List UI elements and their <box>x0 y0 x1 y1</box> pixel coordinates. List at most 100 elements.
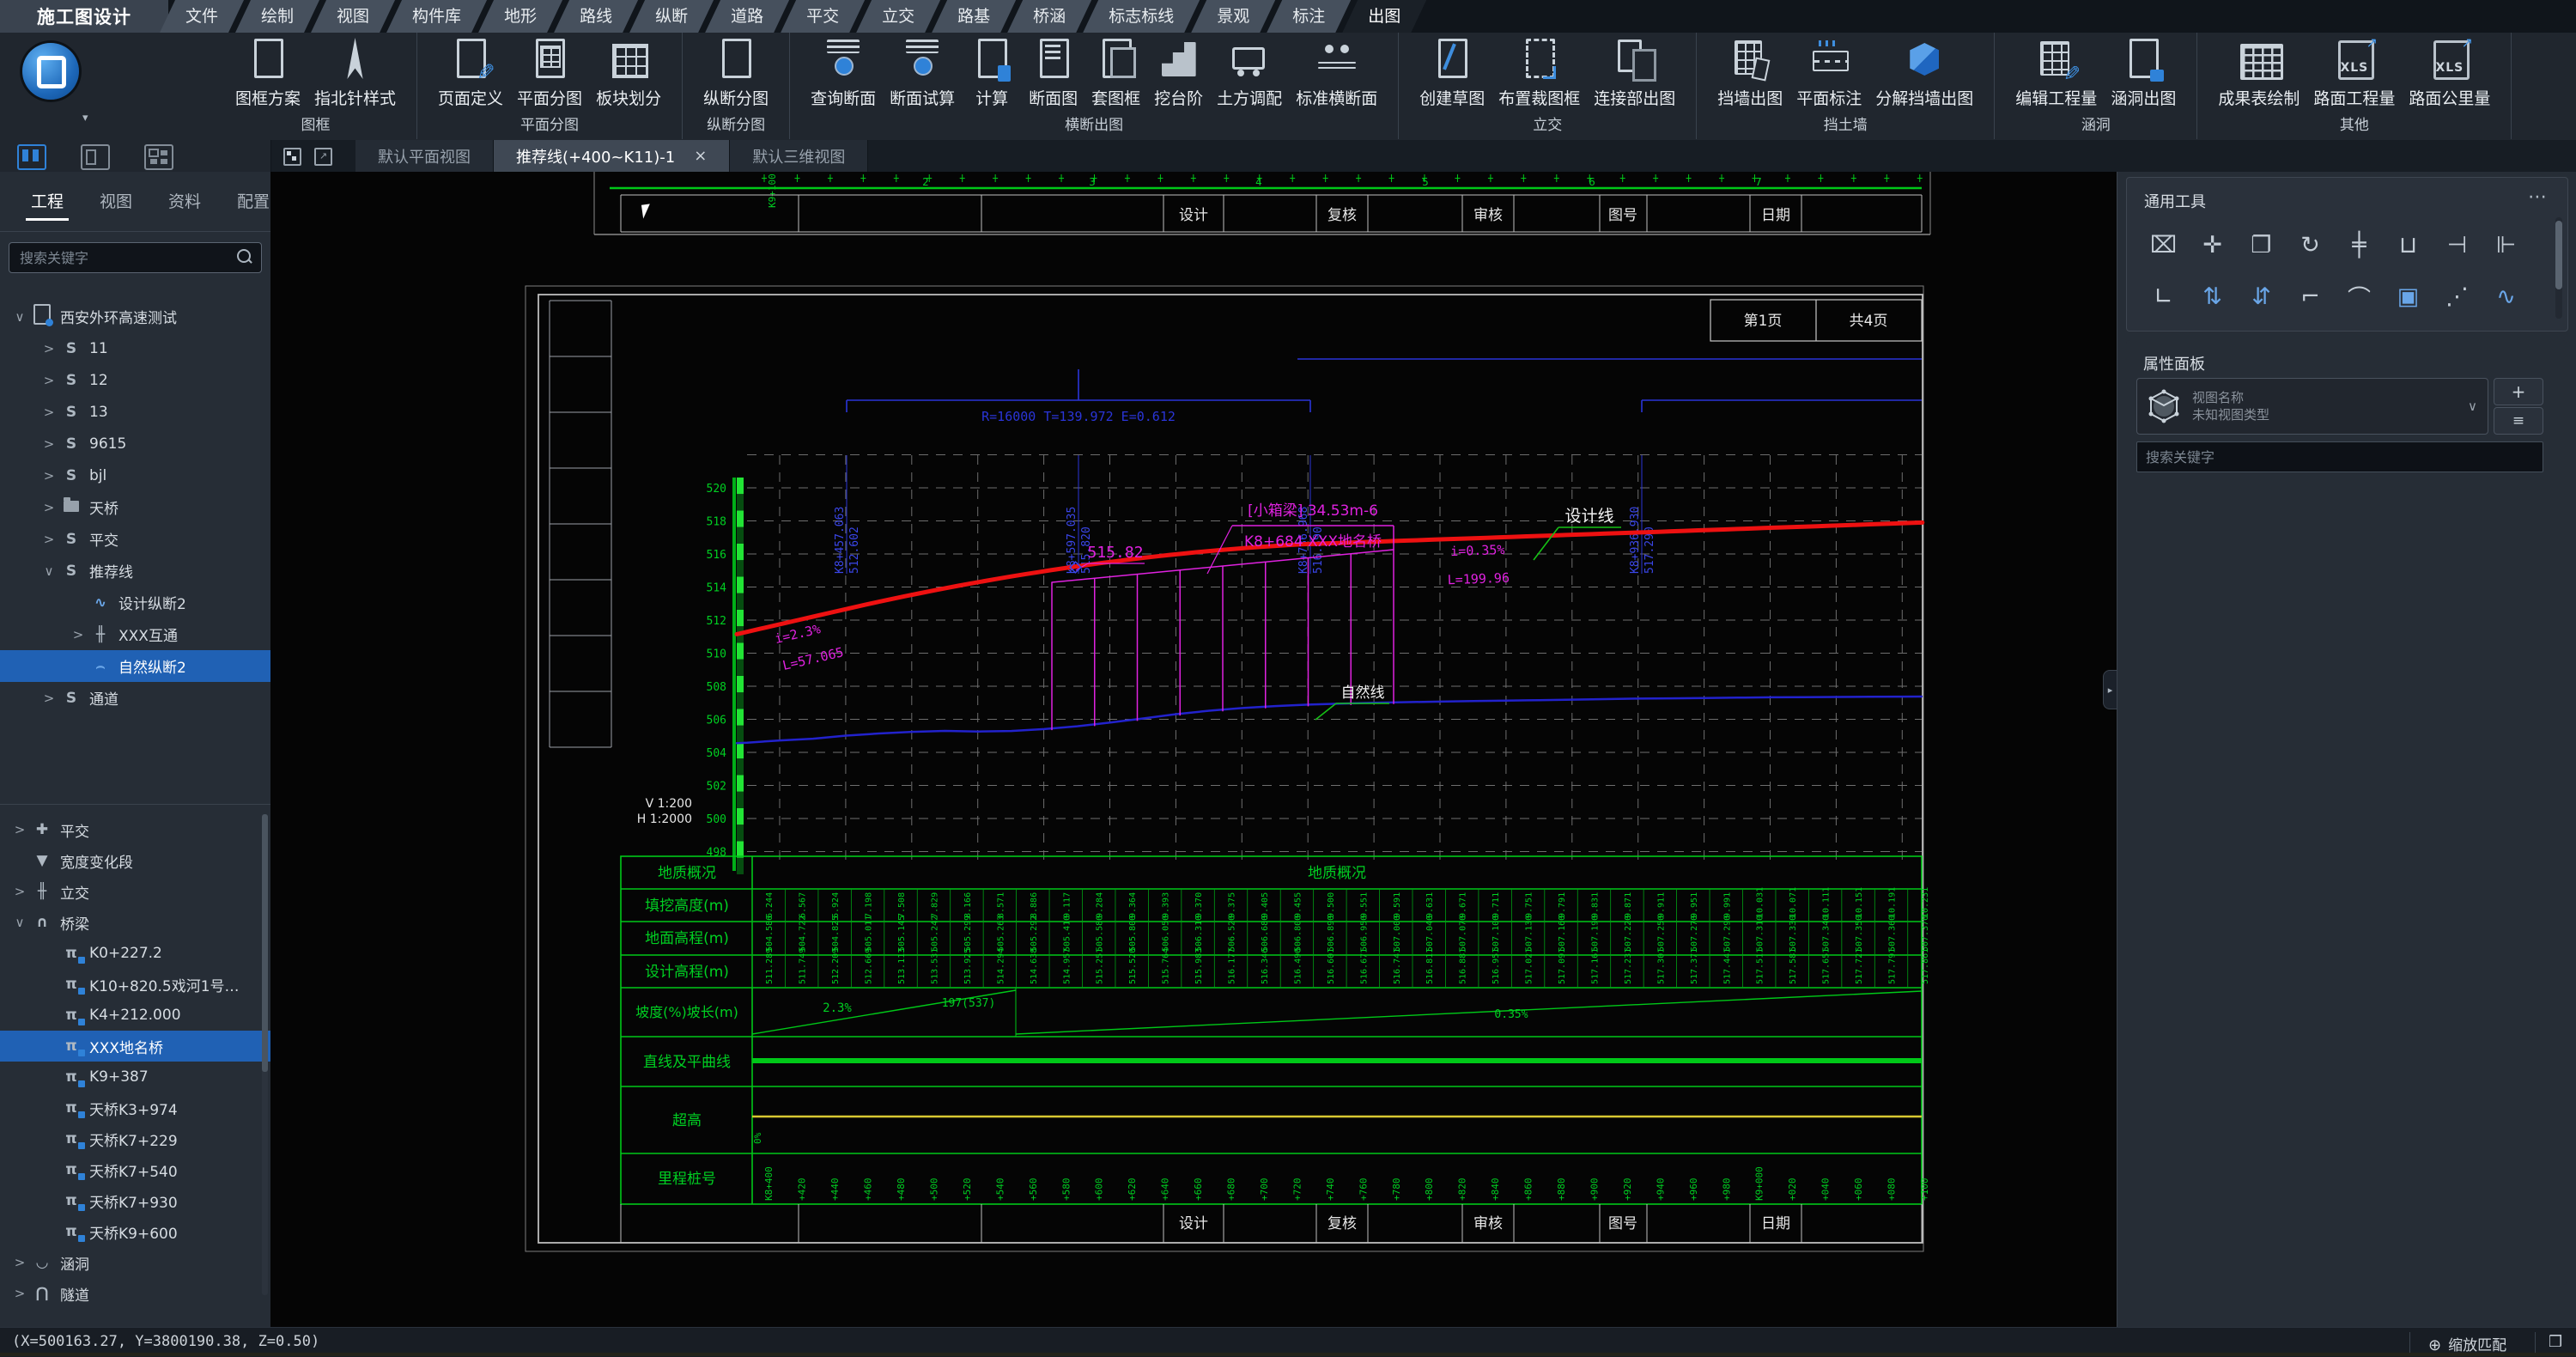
tree-item[interactable]: ▼宽度变化段 <box>0 845 279 876</box>
ribbon-button[interactable]: 纵断分图 <box>696 33 775 109</box>
align-distribute-tool-icon[interactable]: ⊩ <box>2482 219 2530 271</box>
ribbon-button[interactable]: 挡墙出图 <box>1710 33 1789 109</box>
menu-tab[interactable]: 绘制 <box>235 0 319 33</box>
ribbon-button[interactable]: ↗路面工程量 <box>2306 33 2402 109</box>
stretch-up-tool-icon[interactable]: ⇅ <box>2188 271 2237 322</box>
view-selector-dropdown[interactable]: 视图名称 未知视图类型 ∨ <box>2136 378 2488 435</box>
tree-item[interactable]: >Sbjl <box>0 459 308 491</box>
menu-tab[interactable]: 路基 <box>932 0 1016 33</box>
tree-caret-icon[interactable]: > <box>9 1286 31 1301</box>
close-icon[interactable]: × <box>694 147 707 165</box>
tree-item[interactable]: >S11 <box>0 332 308 364</box>
tree-caret-icon[interactable]: > <box>38 468 60 484</box>
ribbon-button[interactable]: 断面图 <box>1022 33 1084 109</box>
menu-tab[interactable]: 标志标线 <box>1083 0 1200 33</box>
ribbon-button[interactable]: ↗路面公里量 <box>2402 33 2497 109</box>
logo-caret-icon[interactable]: ▾ <box>82 112 88 125</box>
ribbon-button[interactable]: 套图框 <box>1084 33 1147 109</box>
menu-tab[interactable]: 立交 <box>856 0 940 33</box>
tree-item[interactable]: ∨S推荐线 <box>0 555 308 587</box>
tree-caret-icon[interactable]: ∨ <box>38 563 60 579</box>
menu-tab[interactable]: 路线 <box>554 0 638 33</box>
tree-item[interactable]: ∨西安外环高速测试 <box>0 301 279 332</box>
scrollbar-thumb[interactable] <box>2555 221 2562 289</box>
menu-tab[interactable]: 景观 <box>1191 0 1275 33</box>
tree-caret-icon[interactable]: > <box>38 532 60 547</box>
tree-caret-icon[interactable]: > <box>38 373 60 388</box>
ribbon-button[interactable]: 页面定义 <box>431 33 510 109</box>
ribbon-button[interactable]: 连接部出图 <box>1587 33 1682 109</box>
tree-item[interactable]: >S9615 <box>0 428 308 459</box>
ribbon-button[interactable]: 图框方案 <box>228 33 307 109</box>
menu-tab[interactable]: 出图 <box>1342 0 1426 33</box>
tree-caret-icon[interactable]: > <box>38 405 60 420</box>
menu-tab[interactable]: 标注 <box>1267 0 1351 33</box>
tree-item[interactable]: >S通道 <box>0 682 308 714</box>
menu-tab[interactable]: 纵断 <box>629 0 714 33</box>
view-tab[interactable]: 默认平面视图 <box>355 140 494 172</box>
property-search-input[interactable] <box>2144 442 2532 472</box>
tree-item[interactable]: >S12 <box>0 364 308 396</box>
step-profile-tool-icon[interactable]: ∟ <box>2139 271 2188 322</box>
tree-caret-icon[interactable]: > <box>9 884 31 899</box>
ribbon-button[interactable]: 计算 <box>962 33 1022 109</box>
tree-caret-icon[interactable]: > <box>38 691 60 706</box>
menu-tab[interactable]: 视图 <box>311 0 395 33</box>
view-arrange-icon[interactable] <box>283 148 301 166</box>
drawing-canvas[interactable]: 234567K9+100设计复核审核图号日期第1页共4页V 1:200H 1:2… <box>270 172 2117 1327</box>
ribbon-button[interactable]: 板块划分 <box>589 33 668 109</box>
more-icon[interactable]: ⋯ <box>2528 186 2549 208</box>
ribbon-button[interactable]: 断面试算 <box>883 33 962 109</box>
menu-tab[interactable]: 构件库 <box>386 0 487 33</box>
fit-points-tool-icon[interactable]: ∿ <box>2482 271 2530 322</box>
tree-item[interactable]: ∨∩桥梁 <box>0 907 279 938</box>
tree-caret-icon[interactable]: > <box>67 627 89 642</box>
tree-item[interactable]: >◡涵洞 <box>0 1247 279 1278</box>
tree-item[interactable]: >S13 <box>0 396 308 428</box>
scale-box-tool-icon[interactable]: ▣ <box>2384 271 2433 322</box>
tree-item[interactable]: >╫立交 <box>0 876 279 907</box>
stretch-down-tool-icon[interactable]: ⇵ <box>2237 271 2286 322</box>
tree-caret-icon[interactable]: > <box>38 341 60 356</box>
tree-caret-icon[interactable]: > <box>38 500 60 515</box>
layout-split-button[interactable] <box>81 144 110 170</box>
tree-item[interactable]: >⋂隧道 <box>0 1278 279 1309</box>
tree-caret-icon[interactable]: > <box>38 436 60 452</box>
menu-tab[interactable]: 桥涵 <box>1007 0 1091 33</box>
scrollbar-thumb[interactable] <box>262 814 268 1072</box>
delete-tool-icon[interactable]: ⌧ <box>2139 219 2188 271</box>
view-tab[interactable]: 推荐线(+400~K11)-1× <box>494 140 730 172</box>
rotate-tool-icon[interactable]: ↻ <box>2286 219 2335 271</box>
ribbon-button[interactable]: 查询断面 <box>804 33 883 109</box>
fillet-tool-icon[interactable]: ⌒ <box>2335 271 2384 322</box>
ribbon-button[interactable]: 布置裁图框 <box>1492 33 1587 109</box>
sidebar-tab[interactable]: 工程 <box>31 189 64 221</box>
ribbon-button[interactable]: 平面标注 <box>1789 33 1868 109</box>
app-logo-icon[interactable] <box>22 43 79 100</box>
zoom-fit-button[interactable]: ⊕缩放匹配 <box>2428 1333 2506 1354</box>
ribbon-button[interactable]: 平面分图 <box>510 33 589 109</box>
ribbon-button[interactable]: 分解挡墙出图 <box>1868 33 1980 109</box>
tree-caret-icon[interactable]: ∨ <box>9 309 31 325</box>
tree-caret-icon[interactable]: > <box>9 1255 31 1270</box>
layout-single-button[interactable] <box>17 144 46 170</box>
search-icon[interactable] <box>237 249 251 263</box>
ribbon-button[interactable]: 涵洞出图 <box>2104 33 2183 109</box>
ribbon-button[interactable]: 指北针样式 <box>307 33 403 109</box>
right-panel-collapse-handle[interactable]: ▸ <box>2103 670 2117 709</box>
menu-tab[interactable]: 平交 <box>781 0 865 33</box>
align-end-tool-icon[interactable]: ⊣ <box>2433 219 2482 271</box>
profile-sheet-svg[interactable]: 234567K9+100设计复核审核图号日期第1页共4页V 1:200H 1:2… <box>270 172 2117 1327</box>
chamfer-tool-icon[interactable]: ⌐ <box>2286 271 2335 322</box>
layout-quad-button[interactable] <box>144 144 173 170</box>
profile-drawing[interactable]: 234567K9+100设计复核审核图号日期第1页共4页V 1:200H 1:2… <box>270 172 2117 1327</box>
copy-tool-icon[interactable]: ❐ <box>2237 219 2286 271</box>
view-cube-icon[interactable]: ❒ <box>2549 1333 2562 1351</box>
filter-settings-button[interactable]: ≡ <box>2494 407 2543 435</box>
ribbon-button[interactable]: 编辑工程量 <box>2008 33 2104 109</box>
tree-item[interactable]: >天桥 <box>0 491 308 523</box>
move-tool-icon[interactable]: ✛ <box>2188 219 2237 271</box>
ribbon-button[interactable]: 土方调配 <box>1210 33 1289 109</box>
tree-item[interactable]: >✚平交 <box>0 814 279 845</box>
scale-steps-tool-icon[interactable]: ⋰ <box>2433 271 2482 322</box>
